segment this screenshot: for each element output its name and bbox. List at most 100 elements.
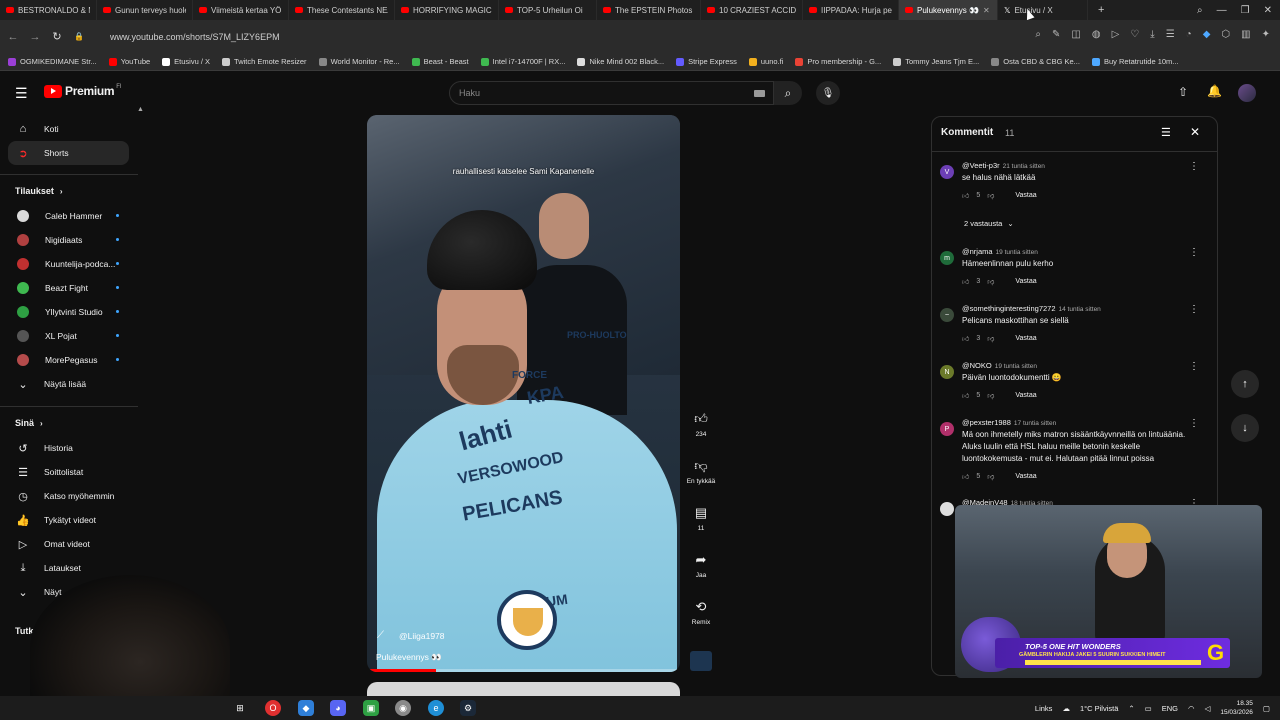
comment-avatar[interactable]: V: [940, 165, 954, 179]
network-icon[interactable]: ▭: [1145, 704, 1152, 713]
links-toolbar[interactable]: Links: [1035, 704, 1053, 713]
comment-author[interactable]: @somethinginteresting7272: [962, 304, 1056, 313]
comment-time[interactable]: 14 tuntia sitten: [1059, 306, 1101, 313]
bookmark-item[interactable]: Twitch Emote Resizer: [222, 57, 307, 66]
comment-time[interactable]: 19 tuntia sitten: [995, 363, 1037, 370]
notifications-bell-icon[interactable]: 🔔: [1207, 84, 1222, 98]
bookmark-item[interactable]: Intel i7-14700F | RX...: [480, 57, 565, 66]
browser-tab[interactable]: The EPSTEIN Photos T: [597, 0, 701, 20]
comment-author[interactable]: @Veeti-p3r: [962, 161, 1000, 170]
comment-like-icon[interactable]: 👍︎: [962, 191, 969, 200]
app-icon[interactable]: ◆: [298, 700, 314, 716]
browser-tab[interactable]: IIPPADAA: Hurja pelis: [803, 0, 899, 20]
video-progress-bar[interactable]: [367, 669, 680, 672]
remix-button[interactable]: ⟲ Remix: [684, 599, 718, 626]
extension-icon[interactable]: ◆: [1203, 29, 1211, 40]
comment-author[interactable]: @pexster1988: [962, 418, 1011, 427]
sidebar-icon[interactable]: ▥: [1241, 29, 1250, 40]
wifi-icon[interactable]: ◠: [1188, 704, 1195, 713]
search-input[interactable]: [459, 88, 739, 98]
browser-tab[interactable]: 10 CRAZIEST ACCIDEN: [701, 0, 803, 20]
sidebar-subscription-item[interactable]: Kuuntelija-podca...: [8, 252, 129, 276]
comment-dislike-icon[interactable]: 👎︎: [987, 334, 994, 343]
comment-dislike-icon[interactable]: 👎︎: [987, 191, 994, 200]
discord-icon[interactable]: ◕: [330, 700, 346, 716]
camera-icon[interactable]: ◫: [1071, 29, 1080, 40]
sidebar-item-home[interactable]: ⌂ Koti: [8, 117, 129, 141]
task-view-icon[interactable]: ⊞: [232, 700, 248, 716]
sidebar-subscription-item[interactable]: Nigidiaats: [8, 228, 129, 252]
comment-more-icon[interactable]: ⋮: [1189, 418, 1199, 429]
browser-tab[interactable]: BESTRONALDO & ME: [0, 0, 97, 20]
comment-more-icon[interactable]: ⋮: [1189, 361, 1199, 372]
reply-button[interactable]: Vastaa: [1015, 192, 1036, 199]
bookmark-item[interactable]: Pro membership - G...: [795, 57, 881, 66]
minimize-icon[interactable]: —: [1217, 5, 1227, 16]
browser-tab[interactable]: Viimeistä kertaa YÖKY: [193, 0, 289, 20]
play-icon[interactable]: ▷: [1112, 29, 1120, 40]
comment-more-icon[interactable]: ⋮: [1189, 161, 1199, 172]
clock[interactable]: 18.35 15/03/2026: [1220, 699, 1253, 717]
browser-tab[interactable]: These Contestants NEA: [289, 0, 395, 20]
comment-dislike-icon[interactable]: 👎︎: [987, 391, 994, 400]
bookmark-item[interactable]: uuno.fi: [748, 57, 783, 66]
you-heading[interactable]: Sinä ›: [15, 418, 43, 428]
lock-icon[interactable]: 🔒: [68, 32, 90, 41]
comment-avatar[interactable]: [940, 502, 954, 516]
bookmark-item[interactable]: Stripe Express: [676, 57, 737, 66]
comment-time[interactable]: 21 tuntia sitten: [1003, 163, 1045, 170]
shorts-video-player[interactable]: lahti KPA VERSOWOOD PELICANS SPATIUM FOR…: [367, 115, 680, 672]
browser-tab[interactable]: Gunun terveys huolest: [97, 0, 193, 20]
next-short-button[interactable]: ↓: [1231, 414, 1259, 442]
next-short-preview[interactable]: [367, 682, 680, 696]
comment-author[interactable]: @NOKO: [962, 361, 992, 370]
youtube-premium-logo[interactable]: Premium FI: [44, 84, 122, 98]
keyboard-icon[interactable]: [754, 90, 765, 97]
menu-icon[interactable]: ☰: [1166, 29, 1175, 40]
hamburger-menu-icon[interactable]: ☰: [15, 85, 28, 102]
bookmark-item[interactable]: OGMIKEDIMANE Str...: [8, 57, 97, 66]
comment-more-icon[interactable]: ⋮: [1189, 247, 1199, 258]
view-replies-button[interactable]: 2 vastausta ⌄: [964, 219, 1014, 228]
search-button[interactable]: ⌕: [774, 81, 802, 105]
upload-icon[interactable]: ⇧: [1178, 85, 1188, 99]
volume-icon[interactable]: ◁: [1205, 704, 1211, 713]
subscriptions-heading[interactable]: Tilaukset ›: [15, 186, 63, 196]
aria-icon[interactable]: ✦: [1262, 29, 1270, 40]
comment-dislike-icon[interactable]: 👎︎: [987, 277, 994, 286]
channel-name[interactable]: @Liiga1978: [399, 631, 445, 641]
channel-row[interactable]: ⟋ @Liiga1978: [377, 630, 445, 642]
comments-button[interactable]: ▤ 11: [684, 505, 718, 532]
comment-more-icon[interactable]: ⋮: [1189, 304, 1199, 315]
share-button[interactable]: ➦ Jaa: [684, 552, 718, 579]
reply-button[interactable]: Vastaa: [1015, 392, 1036, 399]
like-button[interactable]: 👍︎ 234: [684, 411, 718, 438]
forward-icon[interactable]: →: [24, 31, 46, 43]
sidebar-subscription-item[interactable]: XL Pojat: [8, 324, 129, 348]
opera-icon[interactable]: O: [265, 700, 281, 716]
back-icon[interactable]: ←: [2, 31, 24, 43]
language-indicator[interactable]: ENG: [1162, 704, 1178, 713]
comment-time[interactable]: 17 tuntia sitten: [1014, 420, 1056, 427]
shield-icon[interactable]: ◍: [1092, 29, 1101, 40]
browser-tab[interactable]: HORRIFYING MAGIC T: [395, 0, 499, 20]
download-icon[interactable]: ⤓: [1150, 29, 1154, 40]
reply-button[interactable]: Vastaa: [1015, 335, 1036, 342]
reload-icon[interactable]: ↻: [46, 30, 68, 43]
edit-icon[interactable]: ✎: [1052, 29, 1060, 40]
previous-short-button[interactable]: ↑: [1231, 370, 1259, 398]
account-avatar[interactable]: [1238, 84, 1256, 102]
comment-avatar[interactable]: m: [940, 251, 954, 265]
comment-like-icon[interactable]: 👍︎: [962, 334, 969, 343]
comment-avatar[interactable]: P: [940, 422, 954, 436]
notifications-icon[interactable]: ▢: [1263, 704, 1270, 713]
sidebar-subscription-item[interactable]: ⌄ Näytä lisää: [8, 372, 129, 396]
comment-like-icon[interactable]: 👍︎: [962, 277, 969, 286]
sidebar-item-history[interactable]: ↺ Historia: [8, 436, 129, 460]
zoom-icon[interactable]: ⌕: [1035, 29, 1041, 40]
reply-button[interactable]: Vastaa: [1015, 473, 1036, 480]
browser-tab[interactable]: 𝕏 Etusivu / X: [998, 0, 1088, 20]
extensions-icon[interactable]: ⬡: [1221, 29, 1230, 40]
video-title[interactable]: Pulukevennys 👀: [376, 652, 442, 663]
sidebar-subscription-item[interactable]: Yllytvinti Studio: [8, 300, 129, 324]
